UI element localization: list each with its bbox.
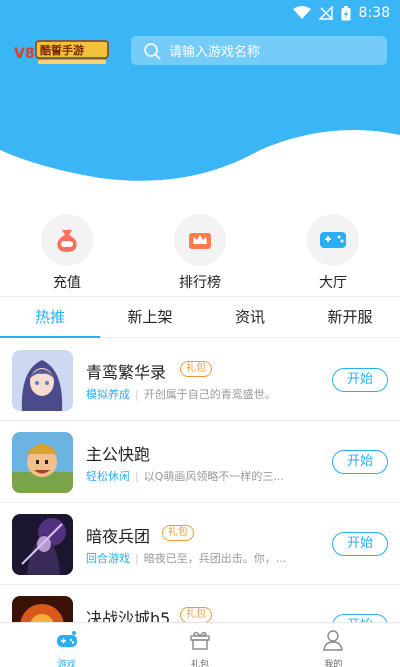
user-icon — [323, 630, 344, 651]
status-bar: 8:38 — [0, 0, 400, 28]
search-input[interactable]: 请输入游戏名称 — [169, 41, 260, 60]
game-subtitle: 轻松休闲 | 以Q萌画风领略不一样的三... — [86, 468, 284, 484]
gamepad-icon — [320, 232, 346, 248]
ranking-label: 排行榜 — [179, 275, 221, 291]
separator: | — [135, 388, 139, 401]
tab-hot[interactable]: 热推 — [0, 297, 100, 338]
list-item[interactable]: 青鸾繁华录 礼包 模拟养成 | 开创属于自己的青鸾盛世。 开始 — [0, 339, 400, 421]
game-desc: 暗夜已至，兵团出击。你，... — [143, 552, 287, 565]
game-thumbnail[interactable] — [12, 350, 73, 411]
game-subtitle: 回合游戏 | 暗夜已至，兵团出击。你，... — [86, 550, 286, 566]
wifi-icon — [292, 6, 311, 19]
header-banner — [0, 0, 400, 190]
game-category: 模拟养成 — [86, 388, 130, 401]
status-time: 8:38 — [358, 5, 390, 21]
game-thumbnail[interactable] — [12, 432, 73, 493]
nav-profile-label: 我的 — [324, 660, 343, 667]
tab-news[interactable]: 资讯 — [200, 297, 300, 337]
nav-games-label: 游戏 — [57, 660, 76, 667]
gamepad-icon — [56, 631, 77, 647]
tab-new[interactable]: 新上架 — [100, 297, 200, 337]
start-button[interactable]: 开始 — [332, 532, 388, 556]
game-desc: 以Q萌画风领略不一样的三... — [143, 470, 284, 483]
separator: | — [135, 470, 139, 483]
game-name: 青鸾繁华录 — [86, 363, 167, 382]
svg-text:V8: V8 — [14, 46, 35, 62]
game-thumbnail[interactable] — [12, 514, 73, 575]
list-item[interactable]: 主公快跑 轻松休闲 | 以Q萌画风领略不一样的三... 开始 — [0, 421, 400, 503]
game-subtitle: 模拟养成 | 开创属于自己的青鸾盛世。 — [86, 386, 276, 402]
gift-badge: 礼包 — [162, 525, 194, 541]
recharge-label: 充值 — [53, 275, 81, 291]
gift-badge: 礼包 — [180, 607, 212, 623]
game-name: 暗夜兵团 — [86, 527, 151, 546]
lobby-label: 大厅 — [319, 275, 347, 291]
svg-text:酷誓手游: 酷誓手游 — [40, 43, 84, 57]
search-bar[interactable]: 请输入游戏名称 — [131, 36, 387, 65]
game-category: 回合游戏 — [86, 552, 130, 565]
category-tabs: 热推 新上架 资讯 新开服 — [0, 296, 400, 338]
start-button[interactable]: 开始 — [332, 368, 388, 392]
search-icon — [144, 42, 161, 59]
crown-icon — [189, 233, 211, 249]
list-item[interactable]: 暗夜兵团 礼包 回合游戏 | 暗夜已至，兵团出击。你，... 开始 — [0, 503, 400, 585]
separator: | — [135, 552, 139, 565]
gift-box-icon — [190, 631, 210, 650]
ranking-button[interactable]: 排行榜 — [160, 214, 240, 292]
nav-gifts-label: 礼包 — [190, 660, 209, 667]
game-category: 轻松休闲 — [86, 470, 130, 483]
bottom-nav: 游戏 礼包 我的 — [0, 622, 400, 667]
lobby-button[interactable]: 大厅 — [293, 214, 373, 292]
nav-profile[interactable]: 我的 — [267, 623, 400, 667]
quick-actions: 充值 排行榜 大厅 — [0, 214, 400, 294]
app-logo[interactable]: V8 酷誓手游 — [14, 36, 110, 66]
no-signal-icon — [318, 6, 333, 20]
battery-icon — [341, 5, 351, 20]
tab-new-server[interactable]: 新开服 — [300, 297, 400, 337]
game-desc: 开创属于自己的青鸾盛世。 — [143, 388, 276, 401]
start-button[interactable]: 开始 — [332, 450, 388, 474]
nav-gifts[interactable]: 礼包 — [133, 623, 266, 667]
game-list: 青鸾繁华录 礼包 模拟养成 | 开创属于自己的青鸾盛世。 开始 主公快跑 轻松休闲 |… — [0, 339, 400, 667]
game-name: 主公快跑 — [86, 445, 151, 464]
gift-badge: 礼包 — [180, 361, 212, 377]
nav-games[interactable]: 游戏 — [0, 623, 133, 667]
money-bag-icon — [57, 230, 77, 252]
recharge-button[interactable]: 充值 — [27, 214, 107, 292]
